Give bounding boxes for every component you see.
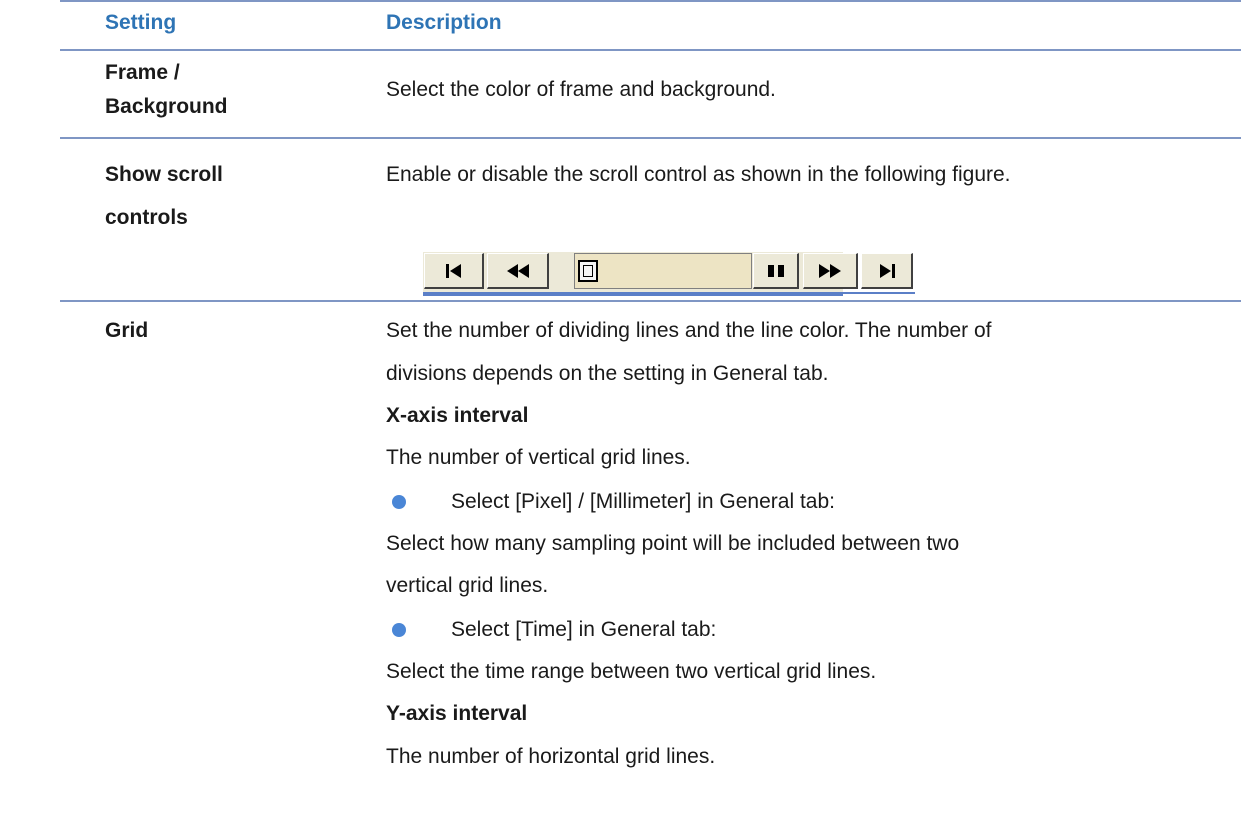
- fast-forward-button: [803, 253, 858, 289]
- row-divider-scroll: [60, 300, 1241, 302]
- y-axis-heading: Y-axis interval: [386, 702, 528, 725]
- figure-underline: [423, 292, 915, 294]
- setting-label-grid: Grid: [105, 319, 149, 342]
- scroll-controls-figure: [423, 252, 843, 296]
- scroll-thumb: [578, 260, 598, 282]
- bullet-time-desc: Select the time range between two vertic…: [386, 660, 877, 683]
- column-header-setting: Setting: [105, 11, 177, 34]
- last-button: [861, 253, 913, 289]
- grid-line2: divisions depends on the setting in Gene…: [386, 362, 829, 385]
- frame-description: Select the color of frame and background…: [386, 78, 776, 101]
- pause-icon: [753, 253, 799, 289]
- header-rule: [60, 49, 1241, 51]
- bullet-icon: [392, 495, 406, 509]
- bullet-pixel-mm-desc1: Select how many sampling point will be i…: [386, 532, 960, 555]
- first-icon: [424, 253, 484, 289]
- setting-label-frame-line1: Frame /: [105, 61, 180, 84]
- setting-label-scroll-line1: Show scroll: [105, 163, 223, 186]
- y-axis-description: The number of horizontal grid lines.: [386, 745, 716, 768]
- column-header-description: Description: [386, 11, 502, 34]
- bullet-pixel-mm-desc2: vertical grid lines.: [386, 574, 549, 597]
- setting-label-frame-line2: Background: [105, 95, 228, 118]
- scroll-description: Enable or disable the scroll control as …: [386, 163, 1011, 186]
- x-axis-heading: X-axis interval: [386, 404, 529, 427]
- bullet-time: Select [Time] in General tab:: [451, 618, 717, 641]
- row-divider-frame: [60, 137, 1241, 139]
- grid-line1: Set the number of dividing lines and the…: [386, 319, 992, 342]
- scroll-track: [574, 253, 752, 289]
- bullet-icon: [392, 623, 406, 637]
- x-axis-description: The number of vertical grid lines.: [386, 446, 691, 469]
- setting-label-scroll-line2: controls: [105, 206, 188, 229]
- table-top-rule: [60, 0, 1241, 2]
- bullet-pixel-mm: Select [Pixel] / [Millimeter] in General…: [451, 490, 835, 513]
- rewind-icon: [487, 253, 549, 289]
